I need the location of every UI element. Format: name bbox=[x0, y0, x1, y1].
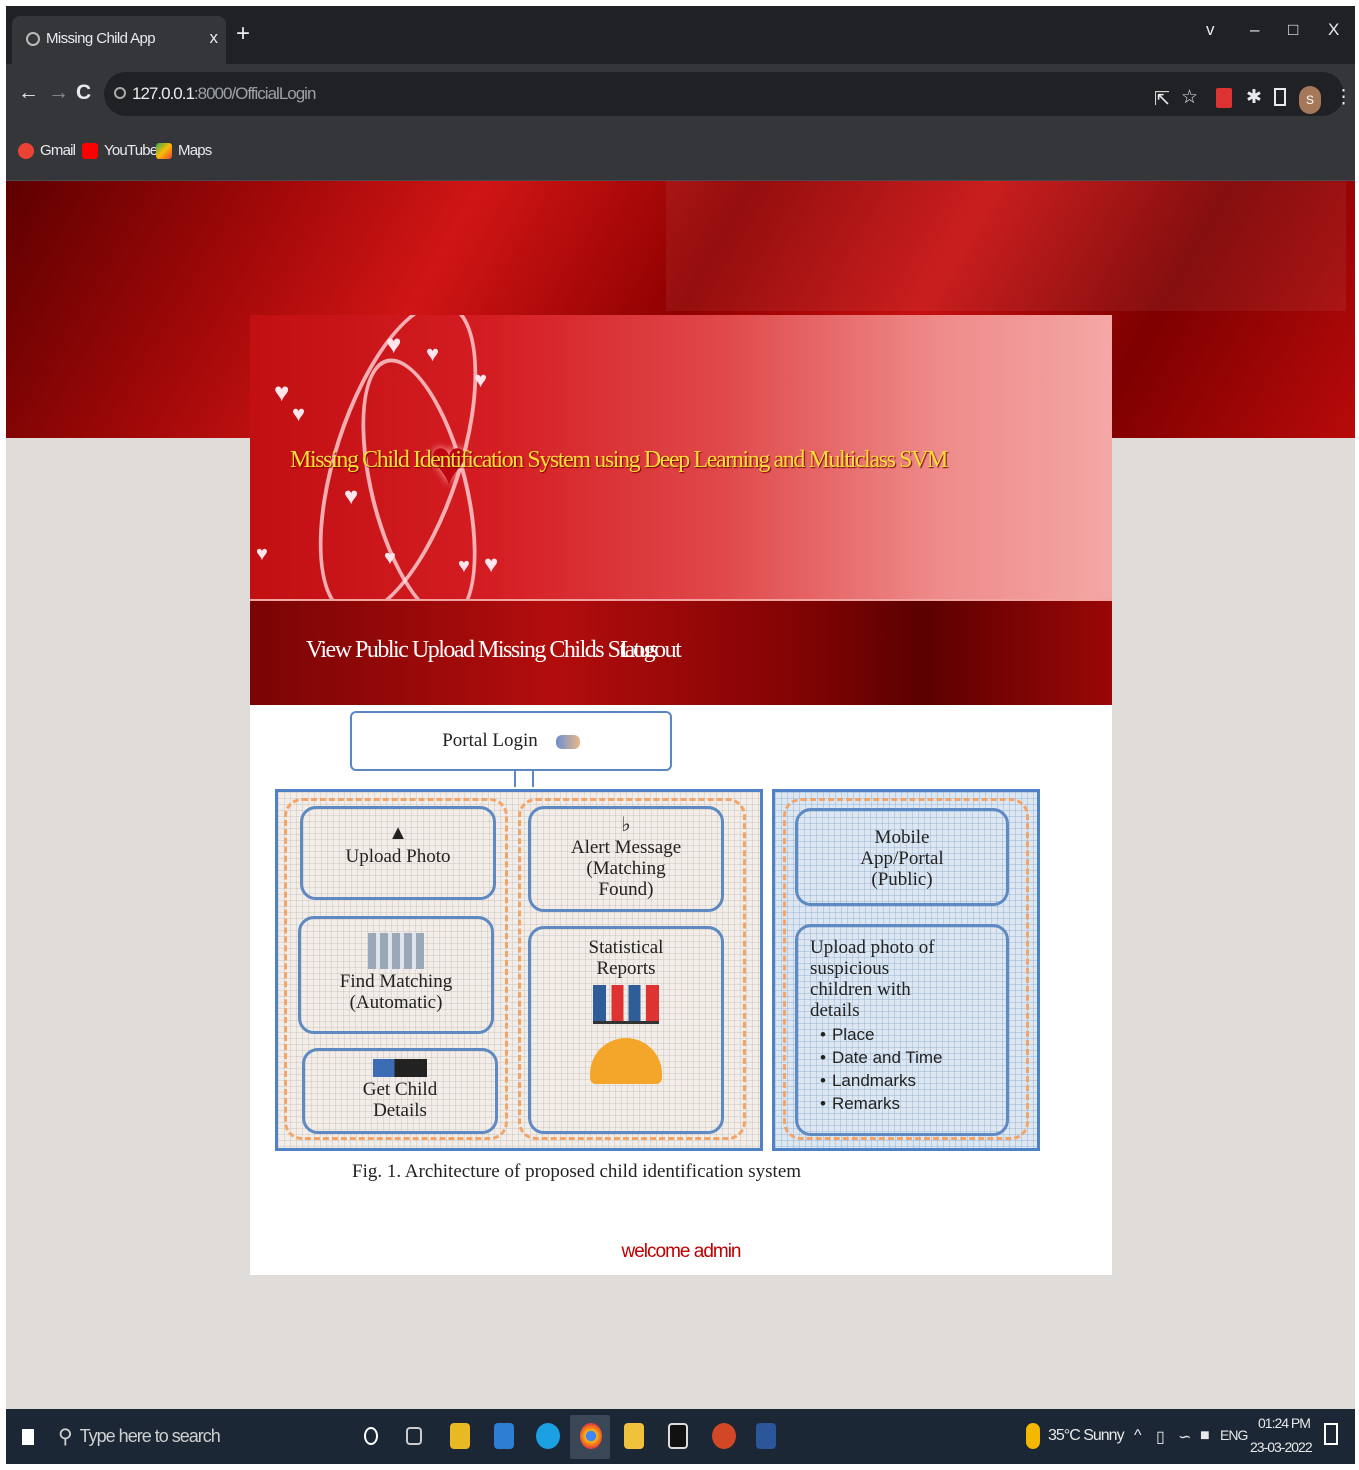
language-indicator[interactable]: ENG bbox=[1220, 1427, 1248, 1443]
heart-icon: ♥ bbox=[274, 377, 290, 407]
public-portal-panel: Mobile App/Portal (Public) Upload photo … bbox=[772, 789, 1040, 1151]
clock-time[interactable]: 01:24 PM bbox=[1258, 1415, 1311, 1431]
heart-icon: ♥ bbox=[344, 483, 359, 510]
list-item: Place bbox=[820, 1023, 1006, 1046]
weather-text[interactable]: 35°C Sunny bbox=[1048, 1427, 1125, 1445]
page-container: ♥ ♥ ♥ ♥ ♥ ♥ ♥ ♥ ♥ ♥ ♥ Missing Child Iden… bbox=[250, 315, 1112, 1275]
word-icon[interactable] bbox=[756, 1423, 776, 1449]
weather-icon bbox=[1026, 1423, 1040, 1449]
user-icon bbox=[555, 734, 580, 749]
bell-icon: ♭ bbox=[621, 814, 631, 836]
nav-logout[interactable]: Logout bbox=[620, 637, 682, 664]
speaker-icon[interactable]: ■ bbox=[1200, 1427, 1210, 1445]
url-text: 127.0.0.1:8000/OfficialLogin bbox=[132, 84, 316, 103]
task-view-icon[interactable] bbox=[406, 1427, 422, 1445]
heart-icon: ♥ bbox=[384, 547, 396, 569]
site-title: Missing Child Identification System usin… bbox=[290, 447, 948, 473]
powerpoint-icon[interactable] bbox=[712, 1423, 736, 1449]
list-item: Date and Time bbox=[820, 1046, 1006, 1069]
tab-title: Missing Child App bbox=[46, 30, 156, 47]
kebab-menu-icon[interactable]: ⋮ bbox=[1334, 86, 1353, 109]
back-arrow-icon[interactable]: ← bbox=[18, 82, 39, 104]
welcome-message: welcome admin bbox=[621, 1241, 742, 1262]
side-panel-icon[interactable] bbox=[1274, 88, 1286, 106]
heart-icon: ♥ bbox=[426, 341, 440, 366]
report-icon bbox=[590, 1038, 662, 1084]
globe-icon bbox=[26, 32, 40, 46]
heart-icon: ♥ bbox=[458, 555, 470, 577]
minimize-button[interactable]: – bbox=[1250, 20, 1259, 40]
screen: Missing Child App x + v – □ X ← → C 127.… bbox=[6, 6, 1355, 1464]
mobile-app-box: Mobile App/Portal (Public) bbox=[795, 808, 1009, 906]
chevron-up-icon[interactable]: ^ bbox=[1134, 1427, 1141, 1445]
heart-icon: ♥ bbox=[474, 367, 488, 392]
architecture-figure: Portal Login ▲ Upload Photo Find Matchin… bbox=[270, 709, 1050, 1189]
chrome-icon[interactable] bbox=[580, 1423, 602, 1449]
share-icon[interactable]: ⇱ bbox=[1154, 88, 1170, 111]
list-item: Remarks bbox=[820, 1092, 1006, 1115]
extensions-puzzle-icon[interactable]: ✱ bbox=[1246, 86, 1262, 109]
upload-photo-box: ▲ Upload Photo bbox=[300, 806, 496, 900]
close-window-button[interactable]: X bbox=[1328, 20, 1339, 40]
reload-icon[interactable]: C bbox=[76, 82, 91, 104]
bookmark-maps[interactable]: Maps bbox=[156, 142, 212, 159]
get-child-details-box: Get Child Details bbox=[302, 1048, 498, 1134]
file-explorer-icon[interactable] bbox=[624, 1423, 644, 1449]
connector-arrow bbox=[514, 769, 534, 787]
find-matching-box: Find Matching (Automatic) bbox=[298, 916, 494, 1034]
bookmark-star-icon[interactable]: ☆ bbox=[1181, 86, 1198, 109]
maps-icon bbox=[156, 142, 172, 159]
close-tab-icon[interactable]: x bbox=[210, 28, 219, 48]
alert-message-box: ♭ Alert Message (Matching Found) bbox=[528, 806, 724, 912]
extension-icon[interactable] bbox=[1216, 88, 1232, 108]
google-icon bbox=[18, 142, 34, 159]
site-banner: ♥ ♥ ♥ ♥ ♥ ♥ ♥ ♥ ♥ ♥ ♥ Missing Child Iden… bbox=[250, 315, 1112, 599]
browser-toolbar: ← → C 127.0.0.1:8000/OfficialLogin ⇱ ☆ ✱… bbox=[6, 64, 1355, 124]
bookmark-youtube[interactable]: YouTube bbox=[82, 142, 158, 159]
notifications-icon[interactable] bbox=[1324, 1423, 1338, 1445]
new-tab-button[interactable]: + bbox=[236, 22, 250, 46]
clock-date[interactable]: 23-03-2022 bbox=[1250, 1439, 1313, 1455]
heart-icon: ♥ bbox=[386, 329, 402, 359]
list-item: Landmarks bbox=[820, 1069, 1006, 1092]
cortana-icon[interactable] bbox=[364, 1427, 378, 1445]
bookmark-gmail[interactable]: Gmail bbox=[18, 142, 76, 159]
browser-tab[interactable]: Missing Child App x bbox=[12, 16, 226, 64]
camera-upload-icon: ▲ bbox=[388, 822, 408, 844]
taskbar: ⚲ Type here to search 35°C Sunny ^ ▯ ∽ ■ … bbox=[6, 1409, 1355, 1464]
heart-icon: ♥ bbox=[256, 543, 268, 565]
portal-login-box: Portal Login bbox=[350, 711, 672, 771]
face-grid-icon bbox=[368, 933, 424, 969]
battery-icon[interactable]: ▯ bbox=[1156, 1427, 1165, 1447]
forward-arrow-icon[interactable]: → bbox=[48, 82, 69, 104]
bookmarks-bar: Gmail YouTube Maps bbox=[6, 124, 1355, 181]
profile-avatar[interactable]: S bbox=[1299, 86, 1321, 114]
upload-suspicious-box: Upload photo of suspicious children with… bbox=[795, 924, 1009, 1136]
details-list: Place Date and Time Landmarks Remarks bbox=[810, 1023, 1006, 1115]
edge-icon[interactable] bbox=[536, 1423, 560, 1449]
heart-icon: ♥ bbox=[484, 551, 499, 578]
site-info-icon[interactable] bbox=[114, 87, 126, 99]
notepad-icon[interactable] bbox=[450, 1423, 470, 1449]
tab-strip: Missing Child App x + v – □ X bbox=[6, 6, 1355, 64]
maximize-button[interactable]: □ bbox=[1288, 20, 1298, 40]
taskbar-search[interactable]: ⚲ Type here to search bbox=[58, 1409, 221, 1464]
bar-chart-icon bbox=[593, 985, 659, 1024]
official-portal-panel: ▲ Upload Photo Find Matching (Automatic)… bbox=[275, 789, 763, 1151]
windows-start-icon[interactable] bbox=[22, 1429, 34, 1445]
figure-caption: Fig. 1. Architecture of proposed child i… bbox=[352, 1161, 802, 1182]
tab-search-icon[interactable]: v bbox=[1206, 20, 1215, 40]
nav-view-upload-status[interactable]: View Public Upload Missing Childs Status bbox=[306, 637, 659, 664]
id-card-icon bbox=[373, 1059, 427, 1077]
search-icon: ⚲ bbox=[58, 1426, 73, 1448]
store-icon[interactable] bbox=[494, 1423, 514, 1449]
heart-icon: ♥ bbox=[292, 401, 306, 426]
page-viewport: ♥ ♥ ♥ ♥ ♥ ♥ ♥ ♥ ♥ ♥ ♥ Missing Child Iden… bbox=[6, 181, 1355, 1409]
main-nav: View Public Upload Missing Childs Status… bbox=[250, 599, 1112, 705]
statistical-reports-box: Statistical Reports bbox=[528, 926, 724, 1134]
terminal-icon[interactable] bbox=[668, 1423, 688, 1449]
youtube-icon bbox=[82, 142, 98, 159]
wifi-icon[interactable]: ∽ bbox=[1178, 1427, 1191, 1447]
